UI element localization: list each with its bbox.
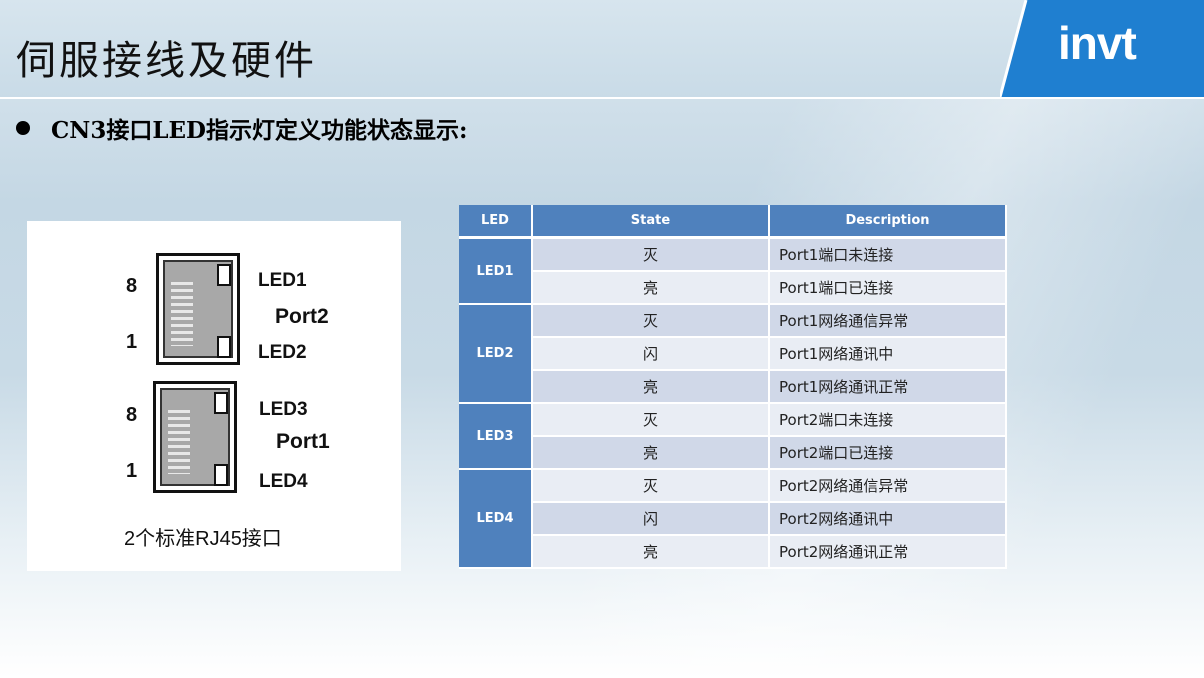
bullet-dot-icon: [16, 121, 30, 135]
bullet-item: CN3接口LED指示灯定义功能状态显示:: [16, 111, 467, 145]
description-cell: Port2网络通讯中: [770, 503, 1007, 536]
description-cell: Port1端口未连接: [770, 239, 1007, 272]
led-group-cell: LED2: [459, 305, 533, 404]
led-group-cell: LED3: [459, 404, 533, 470]
bullet-text: CN3接口LED指示灯定义功能状态显示:: [51, 117, 468, 144]
figure-caption: 2个标准RJ45接口: [124, 528, 282, 550]
led-group-cell: LED4: [459, 470, 533, 569]
description-cell: Port1网络通讯正常: [770, 371, 1007, 404]
table-row: LED1 灭 Port1端口未连接: [459, 239, 1007, 305]
pin-number-8: 8: [126, 404, 138, 426]
label-led2: LED2: [258, 342, 307, 363]
table-row: LED2 灭 Port1网络通信异常: [459, 305, 1007, 404]
pins-icon: [168, 410, 190, 474]
pin-number-8: 8: [126, 275, 138, 297]
state-cell: 亮: [533, 371, 770, 404]
table-row: 亮 Port2网络通讯正常: [459, 536, 1007, 569]
page-title: 伺服接线及硬件: [16, 38, 317, 84]
led-group-cell: LED1: [459, 239, 533, 305]
jack-cavity: [160, 388, 230, 486]
description-cell: Port2端口未连接: [770, 404, 1007, 437]
led-window-icon: [214, 392, 228, 414]
state-cell: 灭: [533, 305, 770, 338]
label-led4: LED4: [259, 471, 308, 492]
pin-number-1: 1: [126, 331, 138, 353]
title-divider: [0, 97, 1204, 99]
state-cell: 闪: [533, 338, 770, 371]
label-led3: LED3: [259, 399, 308, 420]
pin-number-1: 1: [126, 460, 138, 482]
label-port2: Port2: [275, 305, 329, 328]
table-row: 亮 Port2端口已连接: [459, 437, 1007, 470]
state-cell: 灭: [533, 239, 770, 272]
description-cell: Port1端口已连接: [770, 272, 1007, 305]
led-status-table: LED State Description LED1 灭 Port1端口未连接 …: [459, 205, 1007, 569]
invt-logo: invt: [1058, 17, 1137, 69]
description-cell: Port1网络通讯中: [770, 338, 1007, 371]
label-led1: LED1: [258, 270, 307, 291]
rj45-jack-upper: [156, 253, 240, 365]
table-row: 闪 Port1网络通讯中: [459, 338, 1007, 371]
led-window-icon: [214, 464, 228, 486]
state-cell: 灭: [533, 470, 770, 503]
description-cell: Port2网络通信异常: [770, 470, 1007, 503]
column-header-state: State: [533, 205, 770, 239]
table-row: 亮 Port1端口已连接: [459, 272, 1007, 305]
state-cell: 灭: [533, 404, 770, 437]
description-cell: Port2网络通讯正常: [770, 536, 1007, 569]
description-cell: Port2端口已连接: [770, 437, 1007, 470]
table-row: 闪 Port2网络通讯中: [459, 503, 1007, 536]
state-cell: 闪: [533, 503, 770, 536]
table-header-row: LED State Description: [459, 205, 1007, 239]
description-cell: Port1网络通信异常: [770, 305, 1007, 338]
table-row: LED3 灭 Port2端口未连接: [459, 404, 1007, 470]
label-port1: Port1: [276, 430, 330, 453]
led-window-icon: [217, 336, 231, 358]
led-window-icon: [217, 264, 231, 286]
table-row: 亮 Port1网络通讯正常: [459, 371, 1007, 404]
jack-cavity: [163, 260, 233, 358]
table-row: LED4 灭 Port2网络通信异常: [459, 470, 1007, 569]
rj45-jack-lower: [153, 381, 237, 493]
state-cell: 亮: [533, 272, 770, 305]
state-cell: 亮: [533, 437, 770, 470]
column-header-led: LED: [459, 205, 533, 239]
rj45-figure: 8 1 LED1 Port2 LED2 8 1 LED3 Port1 LED4 …: [27, 221, 401, 571]
state-cell: 亮: [533, 536, 770, 569]
pins-icon: [171, 282, 193, 346]
column-header-description: Description: [770, 205, 1007, 239]
